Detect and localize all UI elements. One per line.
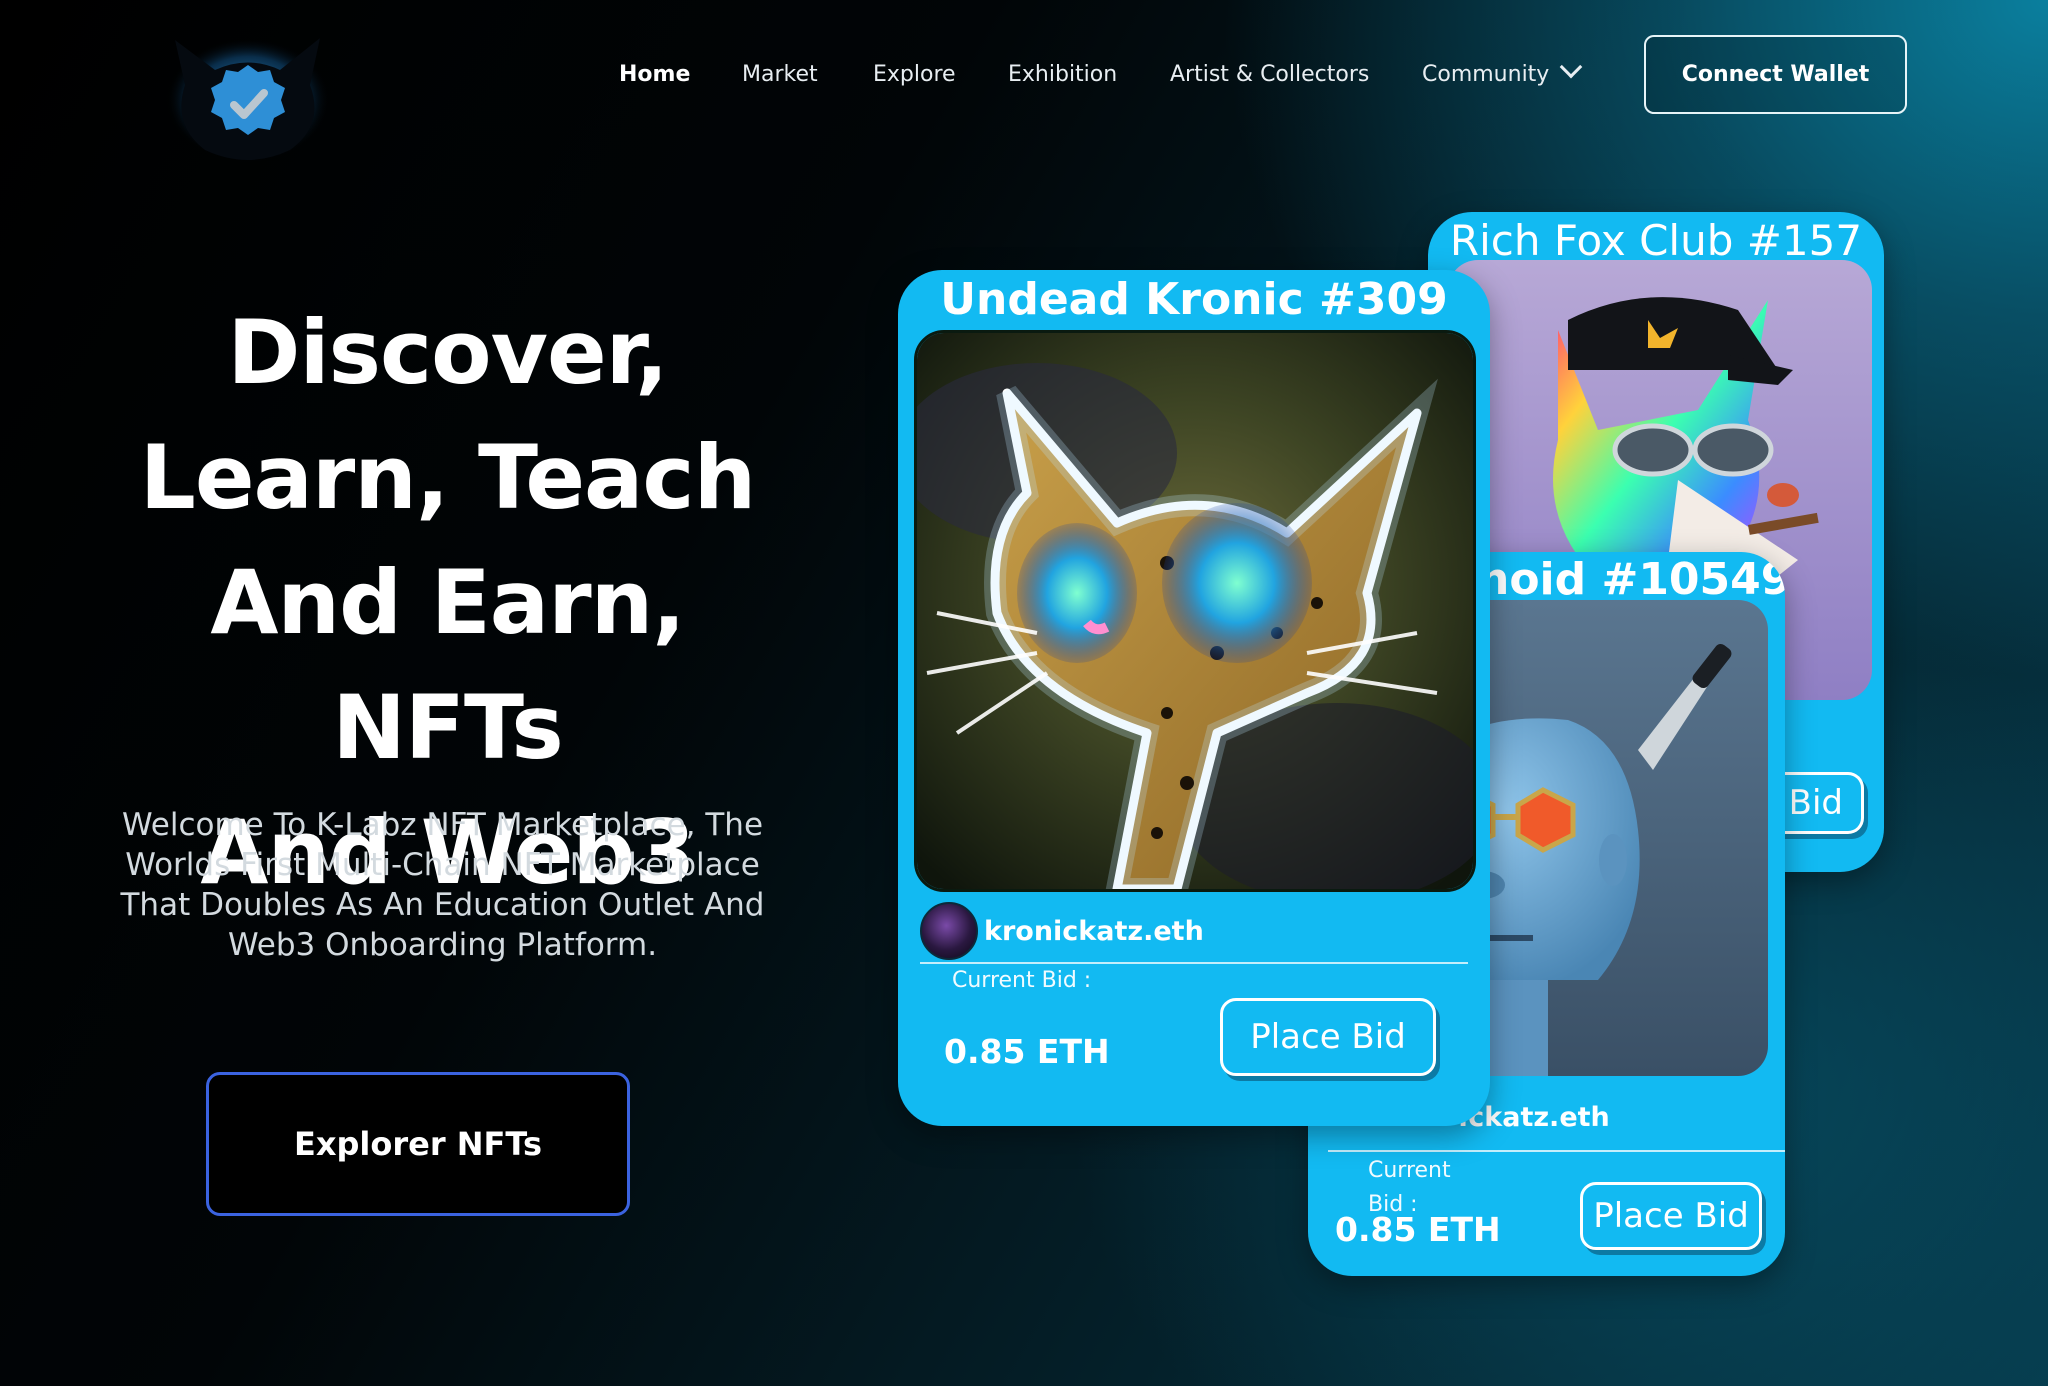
brand-logo[interactable]: [160, 30, 335, 165]
chevron-down-icon: [1560, 55, 1583, 79]
current-bid-label: Current: [1368, 1158, 1451, 1183]
nav-item-market[interactable]: Market: [742, 52, 818, 97]
nav-item-artist-collectors[interactable]: Artist & Collectors: [1170, 52, 1369, 97]
hero-title-line: Learn, Teach: [139, 426, 756, 529]
nft-card-title: noid #10549: [1478, 554, 1785, 605]
hero-subtitle-line: Worlds First Multi-Chain NFT Marketplace: [125, 847, 760, 883]
verified-badge-cat-logo: [166, 38, 330, 162]
nav-item-explore[interactable]: Explore: [873, 52, 956, 97]
place-bid-button[interactable]: Place Bid: [1580, 1182, 1762, 1250]
current-bid-value: 0.85 ETH: [1335, 1210, 1501, 1249]
nav-item-community[interactable]: Community: [1422, 52, 1583, 97]
nav-item-home[interactable]: Home: [619, 52, 690, 97]
nft-artwork-cat[interactable]: [914, 330, 1476, 892]
hero-subtitle: Welcome To K-Labz NFT Marketplace, The W…: [95, 805, 790, 965]
nav-item-exhibition[interactable]: Exhibition: [1008, 52, 1117, 97]
hero-title-line: And Earn, NFTs: [210, 551, 685, 779]
nav-item-community-label: Community: [1422, 62, 1550, 87]
avatar: [920, 902, 978, 960]
current-bid-label: Current Bid :: [952, 968, 1092, 993]
nft-owner[interactable]: kronickatz.eth: [920, 902, 1204, 960]
owner-name[interactable]: kronickatz.eth: [984, 916, 1204, 947]
place-bid-button[interactable]: Place Bid: [1220, 998, 1436, 1076]
hero-subtitle-line: That Doubles As An Education Outlet And: [120, 887, 765, 923]
explorer-nfts-button[interactable]: Explorer NFTs: [206, 1072, 630, 1216]
card-divider: [1328, 1150, 1785, 1152]
current-bid-value: 0.85 ETH: [944, 1032, 1110, 1071]
connect-wallet-button[interactable]: Connect Wallet: [1644, 35, 1907, 114]
nft-card-title: Rich Fox Club #157: [1449, 216, 1863, 265]
card-divider: [920, 962, 1468, 964]
hero-subtitle-line: Welcome To K-Labz NFT Marketplace, The: [121, 807, 764, 843]
nft-card-undead-kronic[interactable]: Undead Kronic #309 kronickatz.eth Curren…: [898, 270, 1490, 1126]
hero-title-line: Discover,: [227, 301, 668, 404]
hero-subtitle-line: Web3 Onboarding Platform.: [227, 927, 658, 963]
nft-card-title: Undead Kronic #309: [940, 274, 1448, 325]
